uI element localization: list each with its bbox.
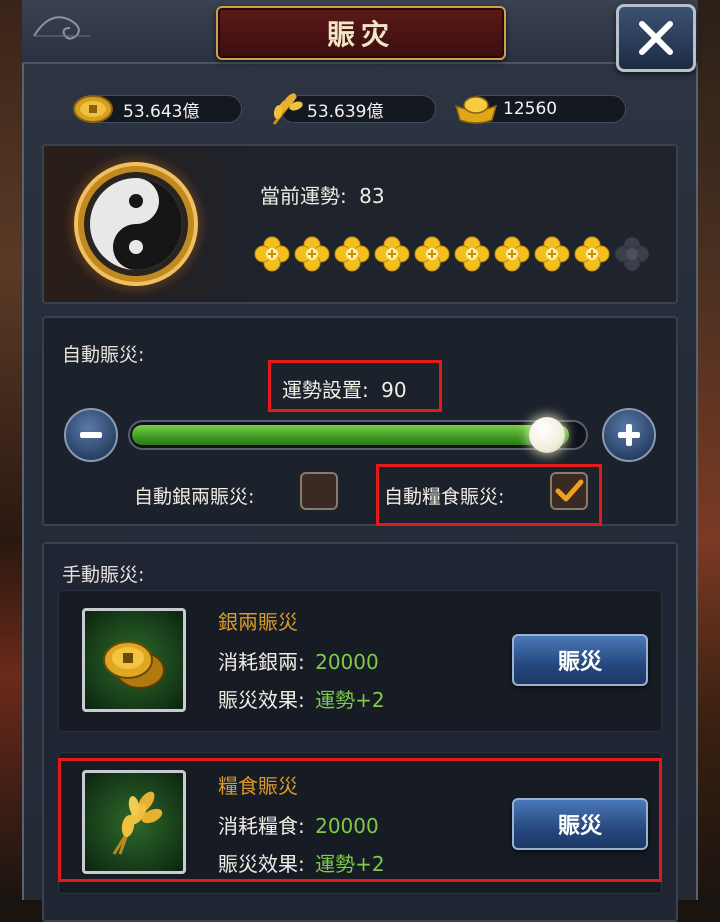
wheat-bundle-icon <box>112 791 163 855</box>
background-left <box>0 0 24 900</box>
copper-value: 53.643億 <box>123 101 200 122</box>
checkmark-icon <box>555 479 584 502</box>
gold-ingot-icon <box>454 96 498 124</box>
grain-effect-label: 賑災效果: <box>218 852 305 876</box>
fortune-star-filled-icon <box>294 236 330 272</box>
decorative-swirl-icon <box>33 16 90 40</box>
fortune-setting-value: 90 <box>381 378 407 402</box>
copper-coins-icon <box>103 641 165 689</box>
grain-cost-value: 20000 <box>315 814 379 838</box>
silver-relief-icon-frame <box>82 608 186 712</box>
manual-relief-label: 手動賑災: <box>62 564 145 586</box>
fortune-star-empty-icon <box>614 236 650 272</box>
fortune-stars <box>254 236 650 272</box>
close-icon <box>639 21 673 55</box>
fortune-star-filled-icon <box>494 236 530 272</box>
silver-effect-value: 運勢+2 <box>315 688 385 712</box>
fortune-star-filled-icon <box>454 236 490 272</box>
fortune-star-filled-icon <box>254 236 290 272</box>
minus-icon <box>80 432 102 438</box>
fortune-star-filled-icon <box>534 236 570 272</box>
silver-relief-button[interactable]: 賑災 <box>512 634 648 686</box>
grain-effect-value: 運勢+2 <box>315 852 385 876</box>
copper-coin-icon <box>73 95 113 123</box>
silver-relief-title: 銀兩賑災 <box>218 610 298 634</box>
grain-cost-label: 消耗糧食: <box>218 814 305 838</box>
auto-grain-checkbox[interactable] <box>550 472 588 510</box>
current-fortune: 當前運勢: 83 <box>260 180 385 209</box>
auto-silver-checkbox[interactable] <box>300 472 338 510</box>
slider-fill <box>132 425 569 445</box>
grain-relief-cost: 消耗糧食: 20000 <box>218 810 379 839</box>
wheat-icon <box>272 93 303 125</box>
fortune-setting: 運勢設置: 90 <box>282 374 407 403</box>
yinyang-emblem <box>64 152 208 296</box>
grain-relief-effect: 賑災效果: 運勢+2 <box>218 848 385 877</box>
auto-relief-label: 自動賑災: <box>62 344 145 366</box>
current-fortune-label: 當前運勢: <box>260 184 347 208</box>
increase-button[interactable] <box>602 408 656 462</box>
plus-icon <box>618 424 640 446</box>
decrease-button[interactable] <box>64 408 118 462</box>
fortune-slider[interactable] <box>128 420 588 450</box>
silver-effect-label: 賑災效果: <box>218 688 305 712</box>
fortune-star-filled-icon <box>574 236 610 272</box>
silver-cost-value: 20000 <box>315 650 379 674</box>
gold-value: 12560 <box>503 99 558 119</box>
auto-silver-label: 自動銀兩賑災: <box>134 486 255 508</box>
title-plate: 賑灾 <box>216 6 506 60</box>
fortune-star-filled-icon <box>374 236 410 272</box>
silver-relief-cost: 消耗銀兩: 20000 <box>218 646 379 675</box>
grain-relief-icon-frame <box>82 770 186 874</box>
background-right <box>696 0 720 900</box>
current-fortune-value: 83 <box>359 184 385 208</box>
grain-value: 53.639億 <box>307 101 384 122</box>
fortune-setting-label: 運勢設置: <box>282 378 369 402</box>
close-button[interactable] <box>616 4 696 72</box>
slider-handle[interactable] <box>528 417 565 453</box>
auto-grain-label: 自動糧食賑災: <box>384 486 505 508</box>
grain-relief-button[interactable]: 賑災 <box>512 798 648 850</box>
page-title: 賑灾 <box>326 18 395 51</box>
grain-relief-title: 糧食賑災 <box>218 774 298 798</box>
fortune-star-filled-icon <box>414 236 450 272</box>
yinyang-icon <box>64 152 208 296</box>
silver-cost-label: 消耗銀兩: <box>218 650 305 674</box>
silver-relief-effect: 賑災效果: 運勢+2 <box>218 684 385 713</box>
fortune-star-filled-icon <box>334 236 370 272</box>
